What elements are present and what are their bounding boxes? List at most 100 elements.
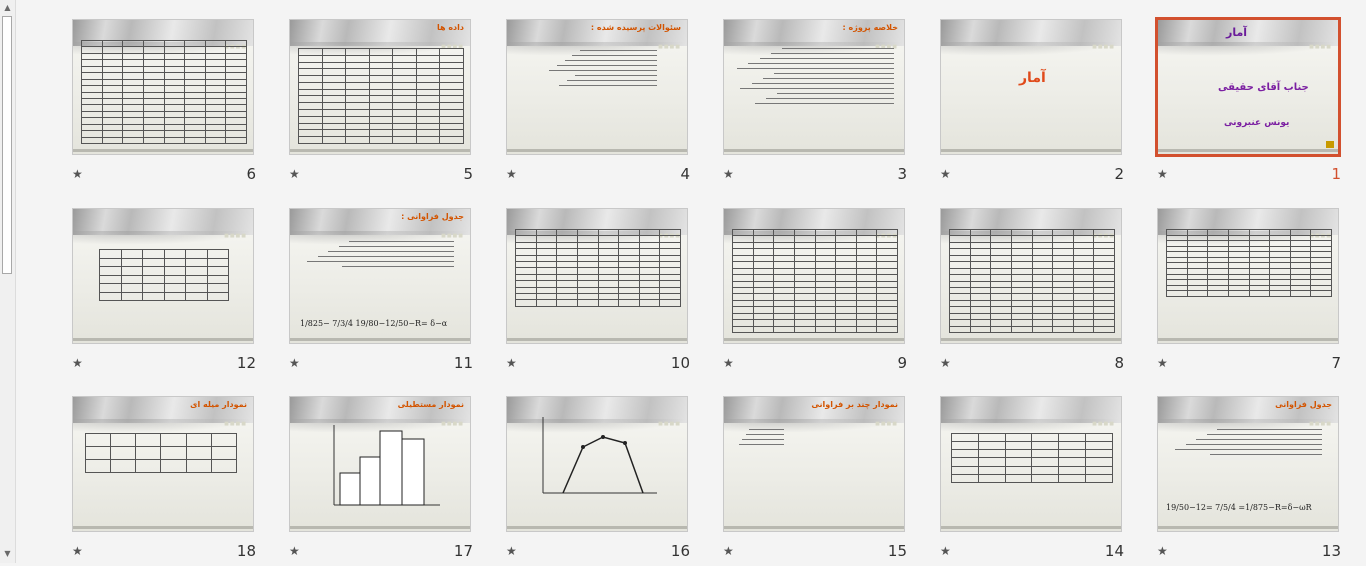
animation-star-icon[interactable]: ★ <box>72 167 83 181</box>
slide-preview[interactable]: ■■■■ سئوالات پرسیده شده : <box>506 19 688 155</box>
slide-number: 15 <box>887 542 907 560</box>
slide-text-lines <box>547 50 657 90</box>
slide1-title: آمار <box>1226 26 1248 39</box>
slide-number: 8 <box>1114 354 1124 372</box>
animation-star-icon[interactable]: ★ <box>940 544 951 558</box>
slide-table <box>84 433 238 473</box>
slide-preview[interactable]: ■■■■ <box>1157 208 1339 344</box>
animation-star-icon[interactable]: ★ <box>1157 544 1168 558</box>
slide-thumbnail-14[interactable]: ■■■■ ★ 14 <box>940 396 1124 566</box>
animation-star-icon[interactable]: ★ <box>723 544 734 558</box>
slide-preview[interactable]: ■■■■ نمودار میله ای <box>72 396 254 532</box>
slide-formula: 1/825− 7/3/4 19/80−12/50−R= δ−α <box>300 319 448 328</box>
slide-thumbnail-12[interactable]: ■■■■ ★ 12 <box>72 208 256 378</box>
animation-star-icon[interactable]: ★ <box>1157 167 1168 181</box>
animation-star-icon[interactable]: ★ <box>72 544 83 558</box>
slide-table <box>949 228 1115 334</box>
animation-star-icon[interactable]: ★ <box>289 356 300 370</box>
slide-table <box>951 432 1113 484</box>
slide-preview[interactable]: ■■■■ نمودار چند بر فراوانی <box>723 396 905 532</box>
slide-preview[interactable]: ■■■■ <box>723 208 905 344</box>
animation-star-icon[interactable]: ★ <box>506 544 517 558</box>
slide-text-lines <box>304 241 454 271</box>
slide-number: 13 <box>1321 542 1341 560</box>
slide-preview[interactable]: ■■■■ <box>940 396 1122 532</box>
slide-title: نمودار میله ای <box>190 400 247 409</box>
animation-star-icon[interactable]: ★ <box>940 356 951 370</box>
slide-preview[interactable]: ■■■■ <box>506 396 688 532</box>
animation-star-icon[interactable]: ★ <box>940 167 951 181</box>
slide-thumbnail-18[interactable]: ■■■■ نمودار میله ای ★ 18 <box>72 396 256 566</box>
slide-preview[interactable]: ■■■■ آمار <box>940 19 1122 155</box>
slide-thumbnail-10[interactable]: ■■■■ ★ 10 <box>506 208 690 378</box>
slide-footer-line <box>941 526 1121 529</box>
decorative-dots: ■■■■ <box>1092 44 1115 50</box>
slide-preview[interactable]: ■■■■ <box>72 208 254 344</box>
slide-preview[interactable]: ■■■■ <box>506 208 688 344</box>
slide-preview[interactable]: ■■■■ <box>72 19 254 155</box>
slide-preview[interactable]: ■■■■ خلاصه پروژه : <box>723 19 905 155</box>
slide-thumbnail-13[interactable]: ■■■■ جدول فراوانی 19/50−12= 7/5/4 =1/875−R… <box>1157 396 1341 566</box>
slide-footer-line <box>507 149 687 152</box>
slide-title: داده ها <box>436 23 464 32</box>
play-icon <box>1326 141 1334 148</box>
slide-preview[interactable]: ■■■■ آمار جناب آقای حقیقی یونس عنبرونی <box>1155 17 1341 157</box>
animation-star-icon[interactable]: ★ <box>506 167 517 181</box>
slide-thumbnail-3[interactable]: ■■■■ خلاصه پروژه : ★ 3 <box>723 19 907 189</box>
slide-footer-line <box>290 338 470 341</box>
slide-thumbnail-5[interactable]: ■■■■ داده ها ★ 5 <box>289 19 473 189</box>
slide-thumbnail-8[interactable]: ■■■■ ★ 8 <box>940 208 1124 378</box>
animation-star-icon[interactable]: ★ <box>289 544 300 558</box>
animation-star-icon[interactable]: ★ <box>1157 356 1168 370</box>
decorative-dots: ■■■■ <box>658 44 681 50</box>
slide-footer-line <box>73 338 253 341</box>
slide-thumbnail-6[interactable]: ■■■■ ★ 6 <box>72 19 256 189</box>
slide-number: 4 <box>680 165 690 183</box>
slide-preview[interactable]: ■■■■ نمودار مستطیلی <box>289 396 471 532</box>
slide-thumbnail-1[interactable]: ■■■■ آمار جناب آقای حقیقی یونس عنبرونی ★ 1 <box>1155 17 1341 189</box>
slide-number: 10 <box>670 354 690 372</box>
slide-title: جدول فراوانی <box>1275 400 1332 409</box>
slide-footer-line <box>290 149 470 152</box>
animation-star-icon[interactable]: ★ <box>289 167 300 181</box>
slide-table <box>99 249 229 301</box>
slide-formula: 19/50−12= 7/5/4 =1/875−R=δ−ωR <box>1166 503 1312 512</box>
slide-thumbnail-17[interactable]: ■■■■ نمودار مستطیلی ★ 17 <box>289 396 473 566</box>
animation-star-icon[interactable]: ★ <box>723 167 734 181</box>
slide-text-lines <box>734 429 784 449</box>
slide-title: جدول فراوانی : <box>401 212 464 221</box>
slide-preview[interactable]: ■■■■ جدول فراوانی : 1/825− 7/3/4 19/80−12/… <box>289 208 471 344</box>
slide-thumbnail-9[interactable]: ■■■■ ★ 9 <box>723 208 907 378</box>
slide-thumbnail-2[interactable]: ■■■■ آمار ★ 2 <box>940 19 1124 189</box>
slide-thumbnail-11[interactable]: ■■■■ جدول فراوانی : 1/825− 7/3/4 19/80−12/… <box>289 208 473 378</box>
slide1-teacher: جناب آقای حقیقی <box>1218 82 1309 93</box>
slide-preview[interactable]: ■■■■ داده ها <box>289 19 471 155</box>
decorative-dots: ■■■■ <box>224 233 247 239</box>
slide-header-band <box>941 397 1121 433</box>
slide-table <box>732 228 898 334</box>
slide-footer-line <box>1158 338 1338 341</box>
slide-number: 3 <box>897 165 907 183</box>
slide-preview[interactable]: ■■■■ جدول فراوانی 19/50−12= 7/5/4 =1/875−R… <box>1157 396 1339 532</box>
slide-thumbnail-7[interactable]: ■■■■ ★ 7 <box>1157 208 1341 378</box>
slide-thumbnail-4[interactable]: ■■■■ سئوالات پرسیده شده : ★ 4 <box>506 19 690 189</box>
slide-footer-line <box>507 338 687 341</box>
slide1-student: یونس عنبرونی <box>1224 118 1290 128</box>
animation-star-icon[interactable]: ★ <box>72 356 83 370</box>
animation-star-icon[interactable]: ★ <box>506 356 517 370</box>
slide-preview[interactable]: ■■■■ <box>940 208 1122 344</box>
slide-footer-line <box>73 149 253 152</box>
slide-number: 12 <box>236 354 256 372</box>
slide-header-band <box>1158 20 1338 56</box>
slide-thumbnail-15[interactable]: ■■■■ نمودار چند بر فراوانی ★ 15 <box>723 396 907 566</box>
decorative-dots: ■■■■ <box>1309 44 1332 50</box>
slide-footer-line <box>73 526 253 529</box>
slide-title: نمودار چند بر فراوانی <box>811 400 898 409</box>
decorative-dots: ■■■■ <box>1092 421 1115 427</box>
slide-thumbnail-16[interactable]: ■■■■ ★ 16 <box>506 396 690 566</box>
slide-title: سئوالات پرسیده شده : <box>590 23 681 32</box>
animation-star-icon[interactable]: ★ <box>723 356 734 370</box>
polygon-chart <box>542 417 657 494</box>
slide-number: 14 <box>1104 542 1124 560</box>
slide-title: خلاصه پروژه : <box>842 23 898 32</box>
